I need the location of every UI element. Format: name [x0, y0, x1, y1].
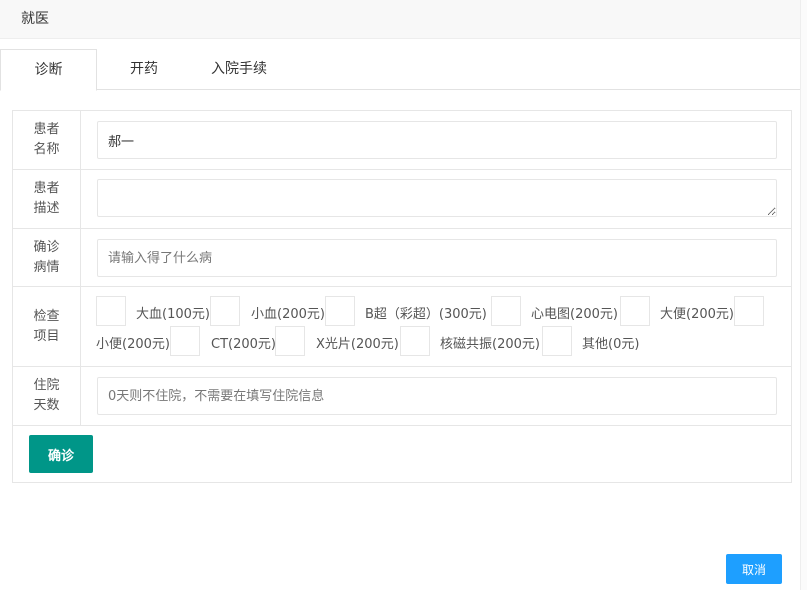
- hospital-days-input[interactable]: [97, 377, 777, 415]
- diagnosis-form: 患者名称 患者描述 确诊病情 检查项目 大血(100元) 小血(200元): [12, 110, 792, 483]
- exam-checkbox[interactable]: [491, 296, 521, 326]
- tab-prescribe[interactable]: 开药: [97, 49, 191, 90]
- patient-desc-textarea[interactable]: [97, 179, 777, 217]
- exams-label: 检查项目: [13, 287, 81, 366]
- exam-checkbox[interactable]: [620, 296, 650, 326]
- patient-name-input[interactable]: [97, 121, 777, 159]
- exam-checkbox[interactable]: [325, 296, 355, 326]
- exam-checkbox[interactable]: [170, 326, 200, 356]
- exam-label: 小便(200元): [96, 337, 170, 352]
- patient-desc-label: 患者描述: [13, 170, 81, 228]
- exam-checklist: 大血(100元) 小血(200元) B超（彩超）(300元) 心电图(200元)…: [96, 296, 786, 356]
- medical-dialog: 就医 诊断 开药 入院手续 患者名称 患者描述 确诊病情 检查项目 大血(100: [0, 0, 800, 590]
- confirm-diagnosis-button[interactable]: 确诊: [29, 435, 93, 473]
- exam-label: 核磁共振(200元): [440, 337, 540, 352]
- form-row-submit: 确诊: [13, 426, 791, 482]
- page-edge: [800, 0, 807, 590]
- hospital-days-label: 住院天数: [13, 367, 81, 425]
- exam-checkbox[interactable]: [734, 296, 764, 326]
- form-row-exams: 检查项目 大血(100元) 小血(200元) B超（彩超）(300元) 心电图(…: [13, 287, 791, 367]
- exam-line-1: 大血(100元) 小血(200元) B超（彩超）(300元) 心电图(200元)…: [96, 296, 786, 326]
- tab-admission[interactable]: 入院手续: [191, 49, 287, 90]
- form-row-patient-desc: 患者描述: [13, 170, 791, 229]
- exam-label: 大便(200元): [660, 307, 734, 322]
- exam-label: 其他(0元): [582, 337, 640, 352]
- cancel-button[interactable]: 取消: [726, 554, 782, 584]
- exam-line-2: 小便(200元) CT(200元) X光片(200元) 核磁共振(200元) 其…: [96, 326, 786, 356]
- diagnosis-label: 确诊病情: [13, 229, 81, 286]
- tab-diagnosis[interactable]: 诊断: [0, 49, 97, 91]
- exam-checkbox[interactable]: [542, 326, 572, 356]
- diagnosis-input[interactable]: [97, 239, 777, 277]
- exam-label: B超（彩超）(300元): [365, 307, 487, 322]
- exam-checkbox[interactable]: [275, 326, 305, 356]
- tab-bar: 诊断 开药 入院手续: [0, 49, 800, 91]
- exam-label: X光片(200元): [316, 337, 399, 352]
- exam-checkbox[interactable]: [210, 296, 240, 326]
- exam-label: CT(200元): [211, 337, 276, 352]
- exam-label: 大血(100元): [136, 307, 210, 322]
- form-row-diagnosis: 确诊病情: [13, 229, 791, 287]
- form-row-patient-name: 患者名称: [13, 111, 791, 170]
- exam-checkbox[interactable]: [400, 326, 430, 356]
- exam-label: 小血(200元): [251, 307, 325, 322]
- dialog-title: 就医: [0, 0, 800, 39]
- exam-label: 心电图(200元): [531, 307, 618, 322]
- form-row-hospital-days: 住院天数: [13, 367, 791, 426]
- patient-name-label: 患者名称: [13, 111, 81, 169]
- exam-checkbox[interactable]: [96, 296, 126, 326]
